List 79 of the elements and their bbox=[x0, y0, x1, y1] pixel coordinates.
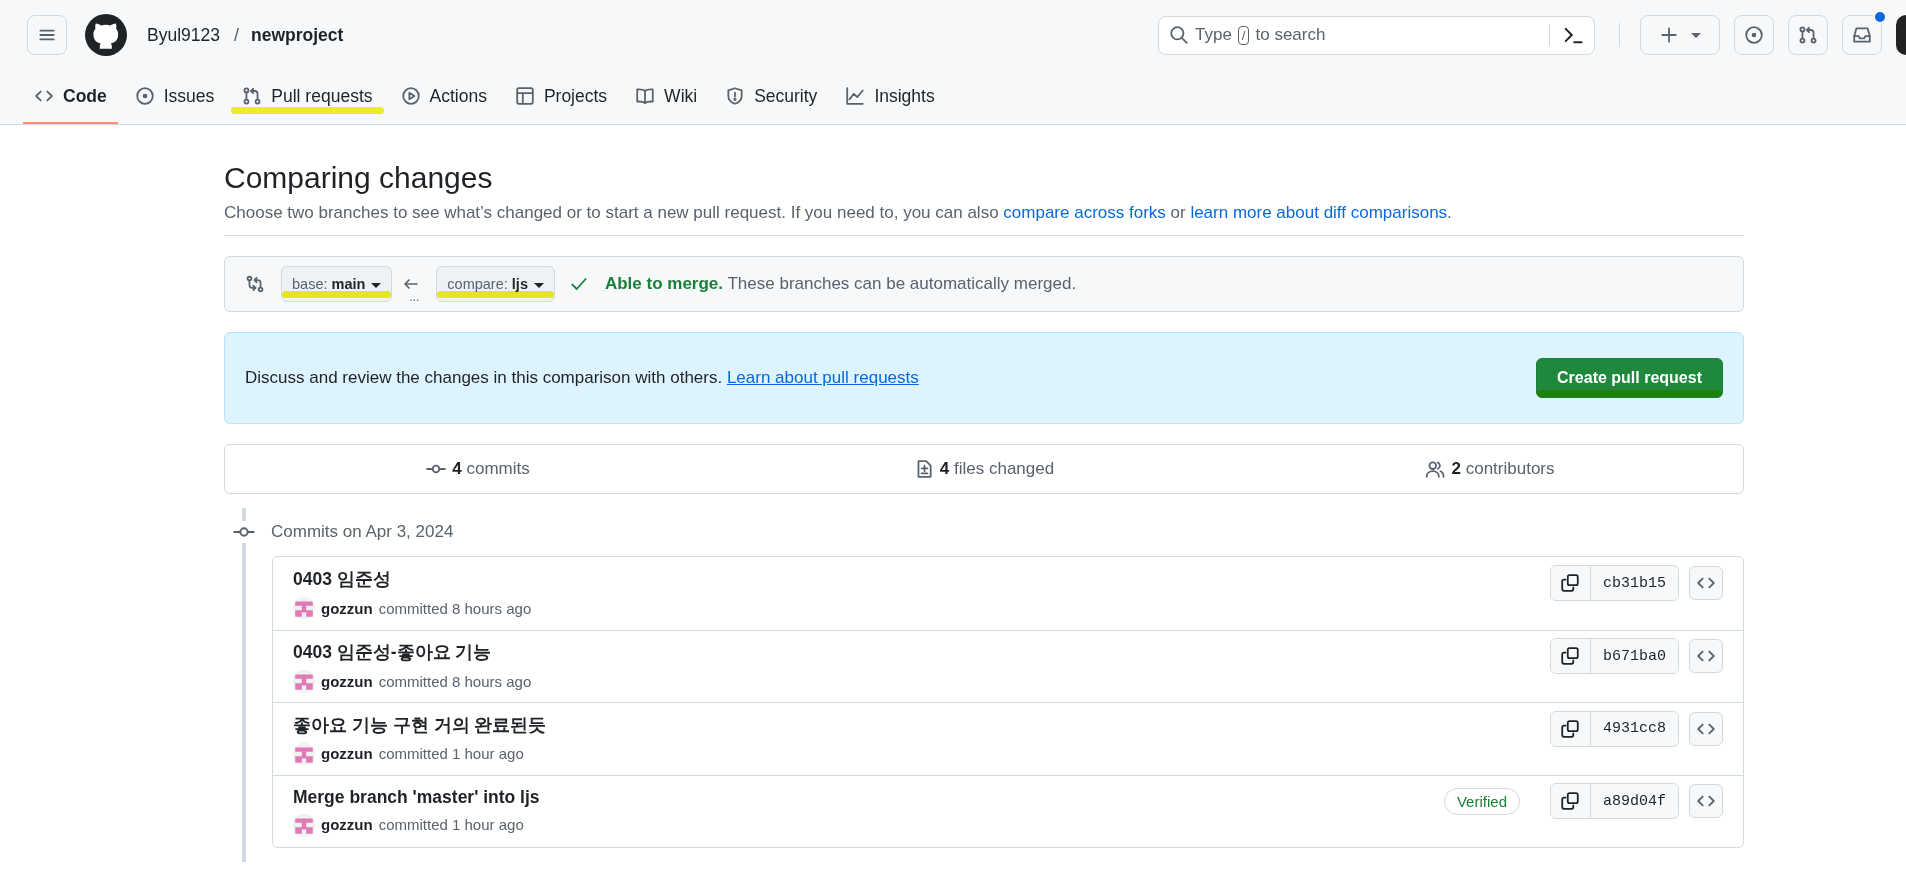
description-link[interactable]: compare across forks bbox=[1003, 203, 1166, 222]
commit-message[interactable]: 0403 임준성 bbox=[293, 567, 532, 592]
pull-request-icon bbox=[1798, 25, 1818, 45]
avatar-icon bbox=[293, 742, 315, 765]
issue-icon bbox=[1744, 25, 1764, 45]
pull-request-icon bbox=[242, 86, 263, 106]
user-avatar[interactable] bbox=[1896, 15, 1906, 55]
browse-files-button[interactable] bbox=[1689, 784, 1723, 819]
repo-tab[interactable]: Issues bbox=[123, 70, 226, 124]
search-placeholder: Type bbox=[1195, 25, 1232, 45]
search-placeholder: to search bbox=[1255, 25, 1326, 45]
copy-icon bbox=[1560, 646, 1581, 667]
people-icon bbox=[1425, 459, 1446, 479]
repo-tab[interactable]: Pull requests bbox=[231, 70, 384, 124]
create-new-button[interactable] bbox=[1640, 15, 1720, 55]
plus-icon bbox=[1659, 25, 1679, 45]
compare-branch-dropdown[interactable]: compare: ljs bbox=[436, 266, 555, 302]
page-description: Choose two branches to see what’s changed or to start a new pull request. If you need to, you can also compare across forks or learn more about diff comparisons. bbox=[224, 203, 1453, 223]
commit-author[interactable]: gozzun bbox=[321, 672, 373, 690]
create-pull-request-button[interactable]: Create pull request bbox=[1536, 358, 1723, 398]
copy-sha-button[interactable] bbox=[1551, 711, 1591, 746]
compare-icon bbox=[245, 274, 265, 294]
merge-status: Able to merge. These branches can be automatically merged. bbox=[604, 274, 1077, 294]
play-icon bbox=[400, 86, 421, 106]
repo-tab[interactable]: Projects bbox=[503, 70, 619, 124]
commit-author[interactable]: gozzun bbox=[321, 816, 373, 834]
ellipsis: ... bbox=[409, 293, 420, 301]
banner-text: Discuss and review the changes in this comparison with others. Learn about pull requests bbox=[245, 368, 919, 388]
copy-sha-button[interactable] bbox=[1551, 639, 1591, 674]
pull-requests-button[interactable] bbox=[1788, 15, 1828, 55]
table-icon bbox=[514, 86, 535, 106]
summary-link[interactable]: 4 commits bbox=[452, 459, 530, 479]
commit-time: committed 8 hours ago bbox=[378, 672, 532, 690]
graph-icon bbox=[845, 86, 866, 106]
avatar-icon bbox=[293, 813, 315, 836]
repo-tab[interactable]: Code bbox=[23, 70, 118, 124]
menu-button[interactable] bbox=[27, 15, 67, 55]
repo-tab[interactable]: Insights bbox=[834, 70, 946, 124]
owner-link[interactable]: Byul9123 bbox=[147, 24, 220, 46]
browse-files-button[interactable] bbox=[1689, 639, 1723, 674]
commit-message[interactable]: Merge branch 'master' into ljs bbox=[293, 786, 540, 808]
base-branch-dropdown[interactable]: base: main bbox=[281, 266, 393, 302]
commit-message[interactable]: 좋아요 기능 구현 거의 완료된듯 bbox=[293, 712, 547, 737]
commit-time: committed 8 hours ago bbox=[378, 599, 532, 617]
search-field[interactable]: Type / to search bbox=[1158, 15, 1595, 55]
summary-link[interactable]: 4 files changed bbox=[939, 459, 1055, 479]
browse-files-button[interactable] bbox=[1689, 566, 1723, 601]
commit-time: committed 1 hour ago bbox=[378, 816, 524, 834]
commit-author[interactable]: gozzun bbox=[321, 599, 373, 617]
repo-tab[interactable]: Wiki bbox=[624, 70, 709, 124]
copy-icon bbox=[1560, 791, 1581, 812]
description-link[interactable]: learn more about diff comparisons bbox=[1190, 203, 1448, 222]
commit-author[interactable]: gozzun bbox=[321, 745, 373, 763]
shield-icon bbox=[725, 86, 746, 106]
search-icon bbox=[1169, 25, 1189, 45]
breadcrumb-separator: / bbox=[234, 24, 239, 46]
page-title: Comparing changes bbox=[224, 161, 494, 195]
book-icon bbox=[635, 86, 656, 106]
issue-icon bbox=[134, 86, 155, 106]
commit-group-date: Commits on Apr 3, 2024 bbox=[271, 522, 454, 542]
caret-icon bbox=[1691, 32, 1701, 38]
repo-tab[interactable]: Actions bbox=[389, 70, 498, 124]
issues-button[interactable] bbox=[1734, 15, 1774, 55]
copy-icon bbox=[1560, 573, 1581, 594]
learn-link[interactable]: Learn about pull requests bbox=[726, 368, 919, 387]
commit-time: committed 1 hour ago bbox=[378, 745, 524, 763]
copy-sha-button[interactable] bbox=[1551, 784, 1591, 819]
copy-icon bbox=[1560, 718, 1581, 739]
commit-message[interactable]: 0403 임준성-좋아요 기능 bbox=[293, 640, 532, 665]
cat-logo-icon[interactable] bbox=[85, 14, 127, 56]
summary-link[interactable]: 2 contributors bbox=[1451, 459, 1555, 479]
inbox-icon bbox=[1852, 25, 1872, 45]
copy-sha-button[interactable] bbox=[1551, 566, 1591, 601]
browse-files-button[interactable] bbox=[1689, 711, 1723, 746]
avatar-icon bbox=[293, 670, 315, 693]
avatar-icon bbox=[293, 597, 315, 620]
repo-link[interactable]: newproject bbox=[251, 24, 344, 46]
repo-tab[interactable]: Security bbox=[714, 70, 829, 124]
shortcut-key: / bbox=[1237, 25, 1250, 45]
